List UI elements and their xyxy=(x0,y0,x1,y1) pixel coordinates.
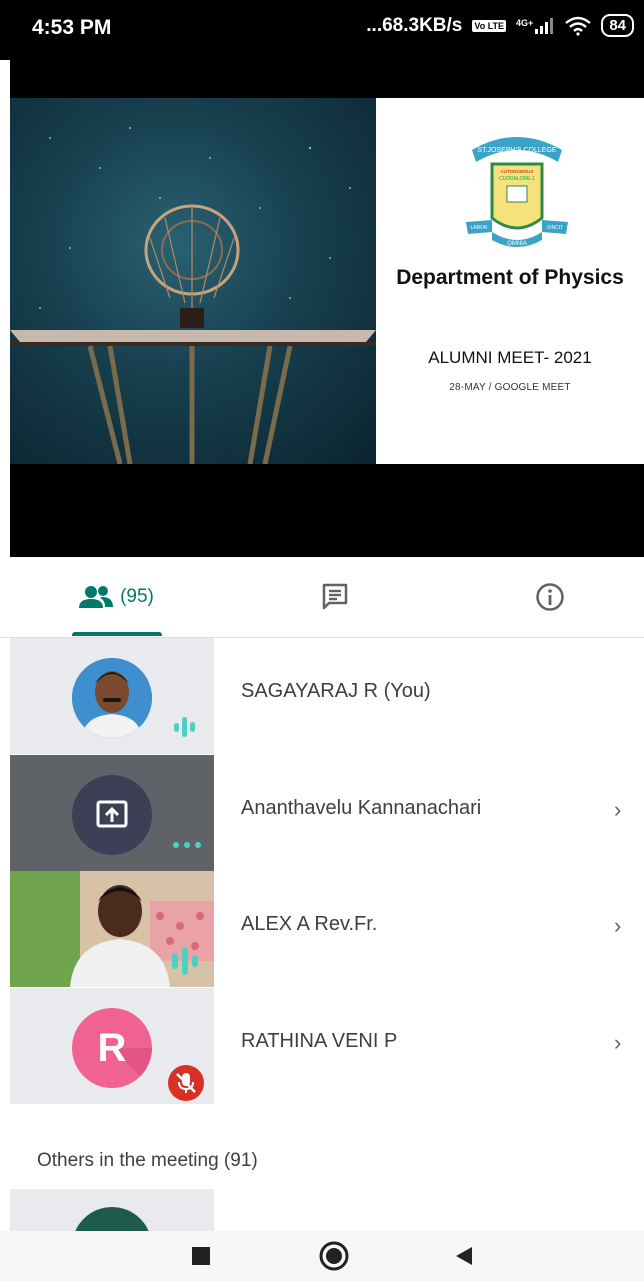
others-section-title: Others in the meeting (91) xyxy=(37,1150,258,1171)
department-title: Department of Physics xyxy=(396,266,624,289)
active-tab-indicator xyxy=(72,632,162,636)
tab-people[interactable]: (95) xyxy=(40,557,192,637)
basketball-hoop-image xyxy=(10,98,376,464)
participant-name: RATHINA VENI P xyxy=(241,1030,398,1052)
back-button[interactable] xyxy=(452,1245,474,1267)
tab-info[interactable] xyxy=(525,557,575,637)
network-type: 4G+ xyxy=(516,17,534,28)
battery-indicator: 84 xyxy=(601,14,634,37)
participant-row[interactable]: SAGAYARAJ R (You) xyxy=(0,638,644,754)
meeting-tabs: (95) xyxy=(0,557,644,638)
status-time: 4:53 PM xyxy=(32,16,112,39)
presentation-slide: ST.JOSEPH'S COLLEGE AUTONOMOUS CUDDALORE… xyxy=(10,98,644,464)
wifi-icon xyxy=(565,16,592,36)
home-button[interactable] xyxy=(318,1240,350,1272)
status-bar: 4:53 PM ...68.3KB/s Vo LTE 4G+ 84 xyxy=(0,0,644,60)
chevron-right-icon[interactable]: › xyxy=(614,913,621,939)
crest-text-auto: AUTONOMOUS xyxy=(501,169,534,174)
people-icon xyxy=(79,586,114,608)
presentation-view[interactable]: ST.JOSEPH'S COLLEGE AUTONOMOUS CUDDALORE… xyxy=(10,60,644,557)
tab-chat[interactable] xyxy=(310,557,360,637)
chat-icon xyxy=(322,583,348,610)
volte-icon: Vo LTE xyxy=(472,19,507,32)
avatar: R xyxy=(72,1008,152,1088)
participant-thumbnail[interactable] xyxy=(10,1189,214,1231)
avatar xyxy=(72,658,152,738)
participant-row[interactable]: Ananthavelu Kannanachari › xyxy=(0,755,644,871)
avatar xyxy=(72,775,152,855)
slide-text-panel: ST.JOSEPH'S COLLEGE AUTONOMOUS CUDDALORE… xyxy=(376,98,644,464)
crest-text-vincit: VINCIT xyxy=(547,225,563,231)
crest-text-labor: LABOR xyxy=(471,225,488,231)
net-speed: ...68.3KB/s xyxy=(366,14,463,36)
recents-button[interactable] xyxy=(190,1245,212,1267)
participant-thumbnail xyxy=(10,638,214,754)
participant-name: SAGAYARAJ R (You) xyxy=(241,680,431,702)
info-icon xyxy=(536,583,564,611)
chevron-right-icon[interactable]: › xyxy=(614,1030,621,1056)
crest-text-top: ST.JOSEPH'S COLLEGE xyxy=(477,147,556,154)
participant-name: ALEX A Rev.Fr. xyxy=(241,913,378,935)
participant-thumbnail: R xyxy=(10,988,214,1104)
chevron-right-icon[interactable]: › xyxy=(614,797,621,823)
avatar xyxy=(72,1207,152,1231)
people-count: (95) xyxy=(120,586,154,607)
system-nav-bar xyxy=(0,1231,644,1281)
college-crest-logo: ST.JOSEPH'S COLLEGE AUTONOMOUS CUDDALORE… xyxy=(466,137,568,247)
participant-row[interactable]: R RATHINA VENI P › xyxy=(0,988,644,1104)
participant-name: Ananthavelu Kannanachari xyxy=(241,797,482,819)
avatar-letter: R xyxy=(97,1026,127,1070)
mic-off-icon xyxy=(168,1065,204,1101)
status-icons: ...68.3KB/s Vo LTE 4G+ 84 xyxy=(366,14,634,37)
participant-row[interactable]: ALEX A Rev.Fr. › xyxy=(0,871,644,987)
signal-icon: 4G+ xyxy=(516,17,555,34)
event-subtitle: 28-MAY / GOOGLE MEET xyxy=(449,382,571,393)
crest-text-omnia: OMNIA xyxy=(507,241,527,247)
event-title: ALUMNI MEET- 2021 xyxy=(428,348,592,367)
crest-text-city: CUDDALORE-1 xyxy=(499,176,535,182)
participant-thumbnail xyxy=(10,871,214,987)
more-dots-icon xyxy=(173,842,201,848)
speaking-icon xyxy=(172,947,198,975)
speaking-icon xyxy=(174,717,195,737)
participant-thumbnail xyxy=(10,755,214,871)
present-screen-icon xyxy=(96,800,128,828)
